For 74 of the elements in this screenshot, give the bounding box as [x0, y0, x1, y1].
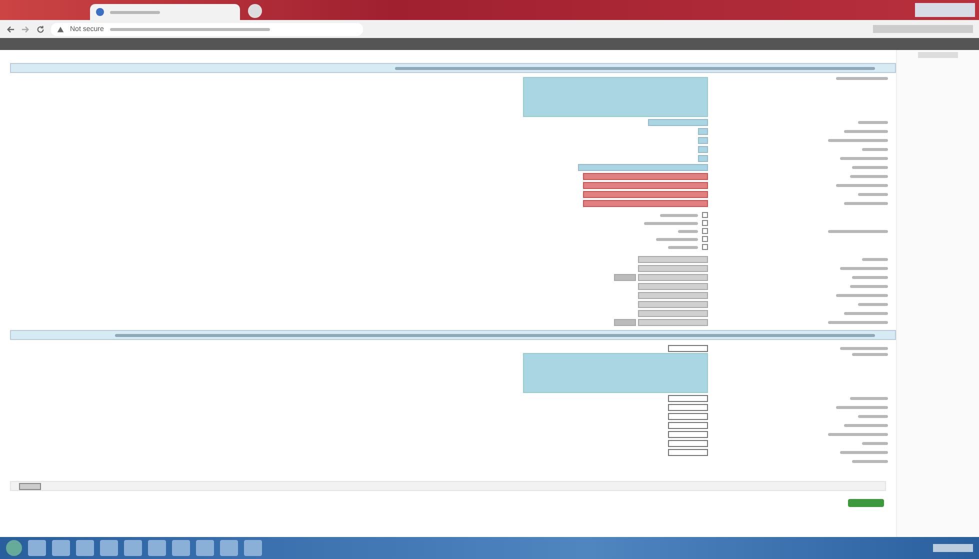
- dropdown-field[interactable]: [638, 274, 708, 280]
- reload-icon[interactable]: [36, 24, 45, 34]
- illegible-label: [862, 442, 888, 444]
- input-field[interactable]: [668, 430, 708, 438]
- illegible-label: [850, 396, 888, 400]
- checkbox[interactable]: [702, 220, 708, 226]
- dropdown-field[interactable]: [638, 300, 708, 308]
- illegible-label: [852, 166, 888, 168]
- illegible-label: [852, 276, 888, 278]
- illegible-text: [668, 246, 698, 248]
- illegible-label: [828, 230, 888, 232]
- illegible-text: [656, 238, 698, 240]
- illegible-label: [852, 353, 888, 356]
- illegible-label: [852, 460, 888, 462]
- illegible-label: [850, 174, 888, 178]
- input-field[interactable]: [668, 448, 708, 456]
- input-field[interactable]: [648, 118, 708, 126]
- illegible-label: [844, 202, 888, 204]
- input-field[interactable]: [668, 440, 708, 446]
- input-field[interactable]: [668, 394, 708, 402]
- forward-arrow-icon[interactable]: [21, 24, 30, 34]
- checkbox[interactable]: [702, 244, 708, 250]
- checkbox[interactable]: [702, 212, 708, 218]
- illegible-label: [862, 258, 888, 260]
- checkbox[interactable]: [702, 236, 708, 242]
- illegible-text: [660, 214, 698, 216]
- dropdown-field[interactable]: [638, 318, 708, 326]
- choose-file-button[interactable]: [19, 482, 41, 490]
- dropdown-field[interactable]: [583, 200, 708, 206]
- illegible-label: [850, 284, 888, 288]
- back-arrow-icon[interactable]: [6, 24, 15, 34]
- input-field[interactable]: [668, 344, 708, 352]
- new-tab-icon[interactable]: [248, 4, 262, 18]
- dropdown-field[interactable]: [638, 310, 708, 316]
- dropdown-field[interactable]: [583, 172, 708, 180]
- illegible-label: [858, 192, 888, 196]
- page-icon: [96, 8, 104, 16]
- input-field[interactable]: [668, 412, 708, 420]
- illegible-text: [644, 222, 698, 224]
- illegible-label: [836, 406, 888, 408]
- illegible-label: [858, 120, 888, 124]
- illegible-label: [844, 312, 888, 314]
- start-icon[interactable]: [6, 540, 22, 556]
- illegible-label: [836, 77, 888, 80]
- illegible-label: [840, 450, 888, 454]
- dropdown-field[interactable]: [638, 256, 708, 262]
- input-field[interactable]: [578, 164, 708, 170]
- illegible-label: [828, 138, 888, 142]
- illegible-label: [844, 424, 888, 426]
- input-field[interactable]: [614, 318, 636, 326]
- illegible-label: [828, 320, 888, 324]
- illegible-label: [858, 414, 888, 418]
- dropdown-field[interactable]: [583, 190, 708, 198]
- browser-tab[interactable]: [90, 4, 240, 20]
- illegible-label: [836, 184, 888, 186]
- illegible-label: [840, 346, 888, 350]
- illegible-label: [828, 432, 888, 436]
- input-field[interactable]: [614, 274, 636, 280]
- illegible-label: [836, 294, 888, 296]
- dropdown-field[interactable]: [638, 264, 708, 272]
- illegible-label: [844, 130, 888, 132]
- illegible-text: [678, 230, 698, 232]
- illegible-text: [110, 10, 160, 14]
- illegible-label: [858, 302, 888, 306]
- dropdown-field[interactable]: [583, 182, 708, 188]
- illegible-label: [840, 156, 888, 160]
- checkbox[interactable]: [702, 228, 708, 234]
- illegible-label: [862, 148, 888, 150]
- input-field[interactable]: [668, 404, 708, 410]
- input-field[interactable]: [668, 422, 708, 428]
- illegible-label: [840, 266, 888, 270]
- dropdown-field[interactable]: [638, 282, 708, 290]
- warning-icon: [57, 26, 64, 32]
- dropdown-field[interactable]: [638, 292, 708, 298]
